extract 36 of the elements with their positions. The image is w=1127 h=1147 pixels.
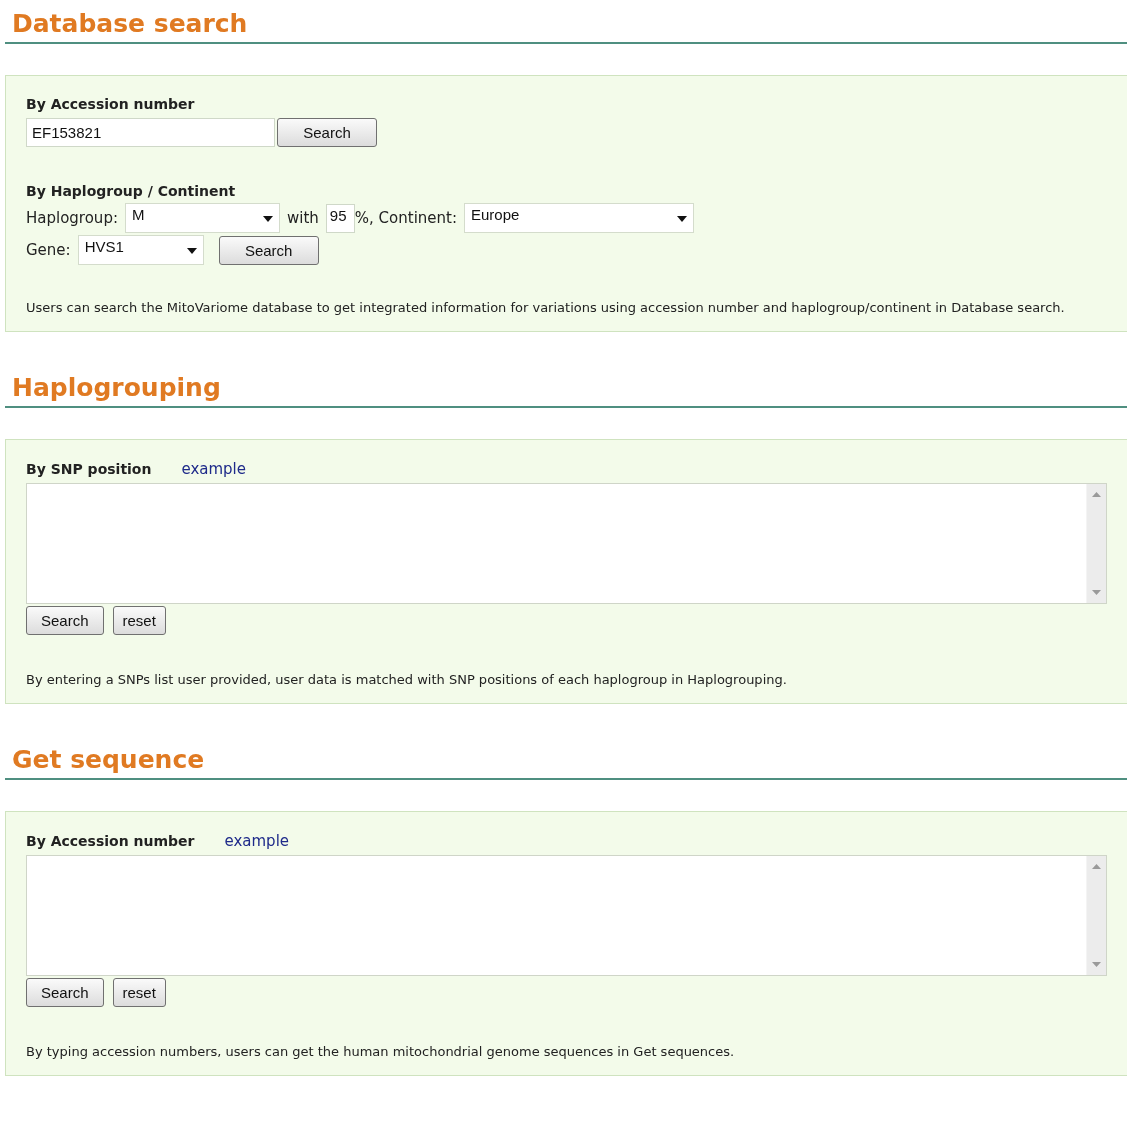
percent-field[interactable]: 95 [325, 203, 355, 233]
caret-icon [186, 248, 197, 254]
reset-button[interactable]: reset [112, 606, 166, 635]
accession-field[interactable]: EF153821 [26, 118, 275, 147]
description-text: Users can search the MitoVariome database to get integrated information for variations using accession number and haplogroup/continent in Database search. [26, 299, 1066, 317]
reset-button[interactable]: reset [112, 978, 166, 1007]
field-label: Haplogroup: [26, 209, 118, 227]
scroll-down-icon[interactable] [1092, 962, 1101, 967]
description-text: By typing accession numbers, users can get the human mitochondrial genome sequences in Get sequences. [26, 1043, 736, 1061]
scrollbar[interactable] [1086, 484, 1106, 603]
search-button[interactable]: Search [218, 235, 319, 265]
description-text: By entering a SNPs list user provided, user data is matched with SNP positions of each haplogroup in Haplogrouping. [26, 671, 788, 689]
example-link[interactable]: example [181, 460, 247, 478]
section-label: By SNP position [26, 461, 152, 477]
example-link[interactable]: example [224, 832, 290, 850]
section-label: By Haplogroup / Continent [26, 183, 237, 199]
scrollbar[interactable] [1086, 856, 1106, 975]
section-label: By Accession number [26, 833, 195, 849]
search-button[interactable]: Search [26, 978, 104, 1007]
scroll-up-icon[interactable] [1092, 864, 1101, 869]
field-label: with [286, 209, 319, 227]
search-button[interactable]: Search [26, 606, 104, 635]
scroll-down-icon[interactable] [1092, 590, 1101, 595]
haplogroup-select[interactable]: M [124, 203, 280, 233]
continent-select[interactable]: Europe [464, 203, 694, 233]
gene-select[interactable]: HVS1 [77, 235, 204, 265]
field-label: Gene: [26, 241, 71, 259]
section-heading: Get sequence [11, 744, 206, 776]
scroll-up-icon[interactable] [1092, 492, 1101, 497]
caret-icon [677, 216, 687, 222]
section-heading: Haplogrouping [11, 372, 222, 404]
caret-icon [262, 216, 273, 222]
section-heading: Database search [11, 8, 249, 40]
field-label: %, Continent: [354, 209, 457, 227]
section-label: By Accession number [26, 96, 196, 112]
search-button[interactable]: Search [277, 118, 377, 147]
